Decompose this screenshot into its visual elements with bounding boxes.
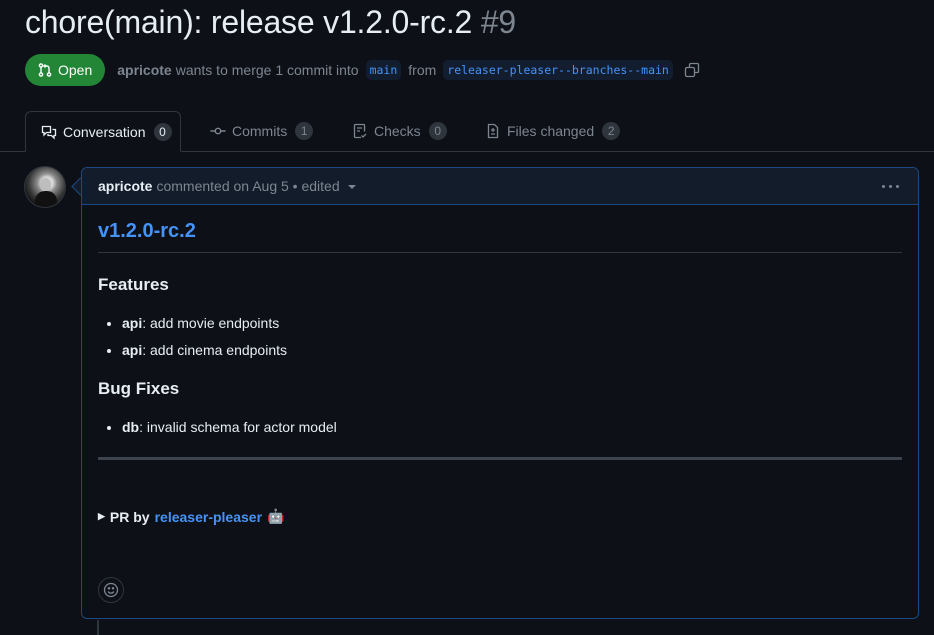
triangle-right-icon: ▶	[98, 511, 105, 521]
features-list: api: add movie endpoints api: add cinema…	[98, 315, 902, 359]
section-heading-features: Features	[98, 275, 169, 294]
pr-title: chore(main): release v1.2.0-rc.2 #9	[25, 4, 516, 41]
add-reaction-button[interactable]	[98, 577, 124, 603]
comment-card: apricote commented on Aug 5 • edited v1.…	[81, 167, 919, 619]
tab-files-changed[interactable]: Files changed 2	[485, 111, 621, 151]
git-pull-request-icon	[38, 63, 52, 77]
robot-icon: 🤖	[267, 508, 285, 524]
copy-icon[interactable]	[684, 62, 700, 78]
details-summary[interactable]: ▶ PR by releaser-pleaser 🤖	[98, 508, 902, 525]
tab-label: Conversation	[63, 123, 146, 140]
pr-title-text: chore(main): release v1.2.0-rc.2	[25, 4, 473, 40]
from-text: from	[408, 62, 437, 78]
horizontal-rule	[98, 457, 902, 460]
head-branch[interactable]: releaser-pleaser--branches--main	[443, 60, 673, 80]
state-badge: Open	[25, 54, 106, 86]
merge-text: wants to merge 1 commit into	[175, 62, 359, 78]
details-prefix: PR by	[109, 508, 150, 525]
avatar[interactable]	[24, 166, 66, 208]
comment-author-link[interactable]: apricote	[98, 178, 152, 194]
git-commit-icon	[210, 127, 226, 135]
release-heading[interactable]: v1.2.0-rc.2	[98, 220, 902, 253]
bug-fixes-list: db: invalid schema for actor model	[98, 419, 902, 436]
base-branch[interactable]: main	[365, 60, 402, 80]
tab-counter: 2	[602, 122, 621, 140]
timeline-line	[97, 620, 99, 635]
tab-counter: 0	[428, 122, 447, 140]
smiley-icon	[103, 582, 119, 598]
tab-label: Checks	[374, 123, 421, 139]
comment-header: apricote commented on Aug 5 • edited	[82, 168, 918, 205]
pr-author-link[interactable]: apricote	[117, 62, 171, 78]
tab-label: Files changed	[507, 123, 595, 139]
file-diff-icon	[487, 123, 499, 139]
list-item: api: add cinema endpoints	[122, 342, 902, 359]
tab-commits[interactable]: Commits 1	[210, 111, 314, 151]
pr-tabs: Conversation 0 Commits 1 Checks 0 Files …	[0, 111, 934, 152]
checklist-icon	[353, 123, 367, 139]
comment-meta: commented on Aug 5 • edited	[156, 178, 340, 194]
section-heading-bug-fixes: Bug Fixes	[98, 379, 180, 398]
chevron-down-icon[interactable]	[347, 185, 356, 189]
tab-counter: 0	[153, 122, 172, 141]
tab-counter: 1	[295, 122, 314, 140]
tab-checks[interactable]: Checks 0	[352, 111, 447, 151]
tab-conversation[interactable]: Conversation 0	[25, 111, 181, 152]
state-label: Open	[58, 62, 93, 78]
list-item: api: add movie endpoints	[122, 315, 902, 332]
tab-label: Commits	[232, 123, 288, 139]
releaser-pleaser-link[interactable]: releaser-pleaser	[155, 509, 262, 525]
list-item: db: invalid schema for actor model	[122, 419, 902, 436]
pr-meta: Open apricote wants to merge 1 commit in…	[25, 54, 700, 86]
kebab-horizontal-icon[interactable]	[882, 178, 902, 194]
comment-discussion-icon	[41, 125, 57, 140]
pr-number: #9	[480, 4, 517, 40]
comment-body: v1.2.0-rc.2 Features api: add movie endp…	[82, 220, 918, 525]
